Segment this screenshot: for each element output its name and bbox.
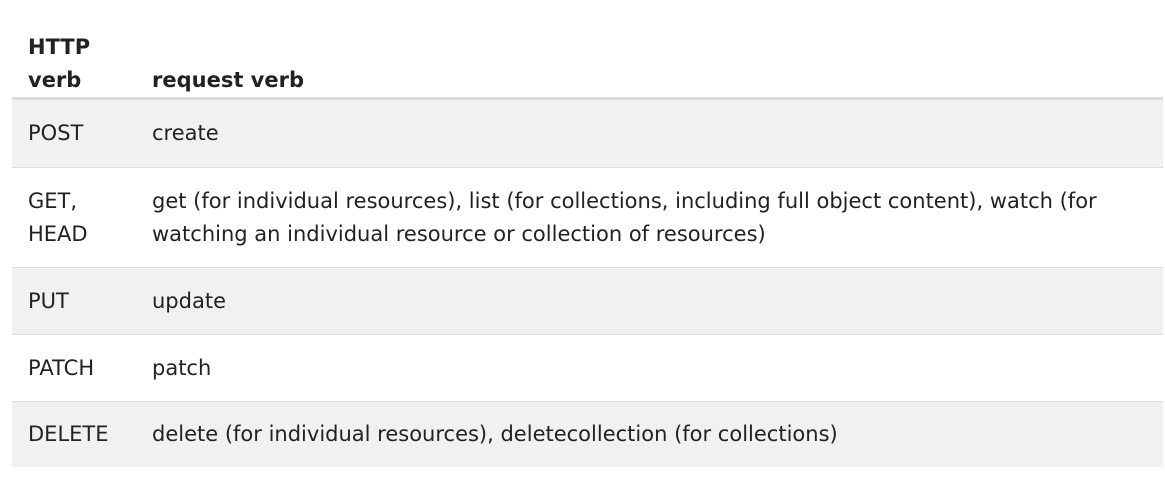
table-row: PUT update: [12, 267, 1163, 335]
header-http-verb-line2: verb: [28, 68, 82, 92]
request-verb-cell: create: [152, 121, 219, 145]
header-http-verb-line1: HTTP: [28, 35, 91, 59]
header-row: HTTP verb request verb: [12, 14, 1163, 100]
table-row: POST create: [12, 98, 1163, 168]
http-verb-cell: POST: [28, 121, 84, 145]
table-body: POST create GET, HEAD get (for individua…: [12, 98, 1163, 467]
header-request-verb: request verb: [152, 14, 1163, 100]
request-verb-cell: get (for individual resources), list (fo…: [152, 188, 1097, 246]
http-verb-cell: GET, HEAD: [12, 168, 152, 268]
request-verb-cell: update: [152, 288, 226, 313]
http-verb-cell: DELETE: [28, 422, 109, 446]
table-row: GET, HEAD get (for individual resources)…: [12, 168, 1163, 268]
table-row: DELETE delete (for individual resources)…: [12, 401, 1163, 467]
table-header: HTTP verb request verb: [12, 14, 1163, 100]
http-verb-table: HTTP verb request verb POST create GET, …: [12, 14, 1163, 467]
http-verb-line2: HEAD: [28, 221, 88, 246]
page: HTTP verb request verb POST create GET, …: [0, 0, 1165, 492]
http-verb-cell: PATCH: [28, 355, 95, 380]
table-row: PATCH patch: [12, 335, 1163, 402]
header-http-verb: HTTP verb: [12, 14, 152, 100]
http-verb-line1: GET,: [28, 188, 78, 213]
request-verb-cell: patch: [152, 355, 212, 380]
http-verb-cell: PUT: [28, 288, 69, 313]
request-verb-cell: delete (for individual resources), delet…: [152, 422, 838, 446]
